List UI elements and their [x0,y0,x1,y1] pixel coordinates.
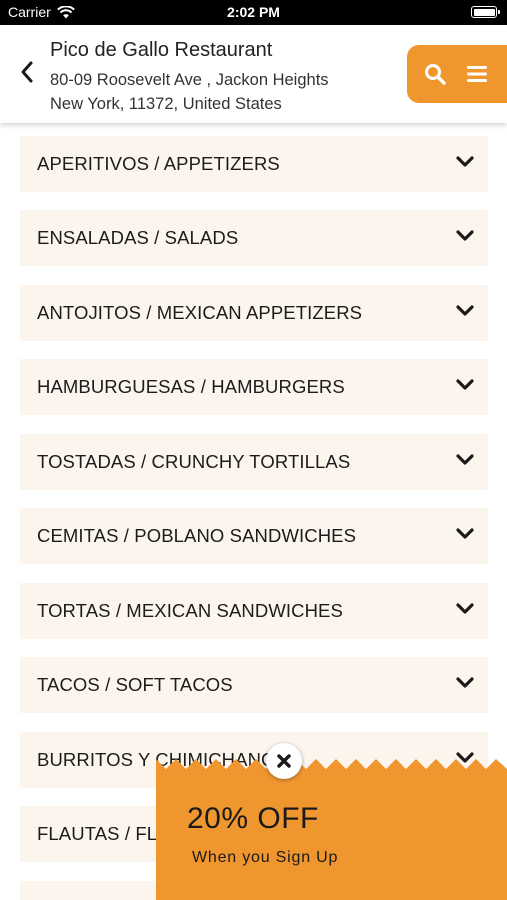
hamburger-menu-icon [467,66,487,82]
category-label: ANTOJITOS / MEXICAN APPETIZERS [37,302,363,323]
chevron-left-icon [21,61,33,83]
category-row[interactable]: APERITIVOS / APPETIZERS [20,136,488,192]
restaurant-header: Pico de Gallo Restaurant 80-09 Roosevelt… [0,25,507,123]
battery-icon [471,6,500,18]
address-line-1: 80-09 Roosevelt Ave , Jackon Heights [50,71,329,89]
category-label: HAMBURGUESAS / HAMBURGERS [37,376,345,397]
chevron-down-icon [456,156,474,167]
category-label: TOSTADAS / CRUNCHY TORTILLAS [37,451,351,472]
signup-promo-banner[interactable]: 20% OFF When you Sign Up [156,755,507,900]
status-bar: Carrier 2:02 PM [0,0,507,25]
category-row[interactable]: TORTAS / MEXICAN SANDWICHES [20,583,488,639]
header-actions [407,45,507,103]
restaurant-name: Pico de Gallo Restaurant [50,39,273,61]
category-label: CEMITAS / POBLANO SANDWICHES [37,525,357,546]
promo-close-button[interactable] [266,743,302,779]
category-label: APERITIVOS / APPETIZERS [37,153,280,174]
status-time: 2:02 PM [227,4,280,20]
menu-button[interactable] [465,62,489,86]
category-row[interactable]: TACOS / SOFT TACOS [20,657,488,713]
chevron-down-icon [456,454,474,465]
address-line-2: New York, 11372, United States [50,95,282,113]
chevron-down-icon [456,603,474,614]
category-row[interactable]: TOSTADAS / CRUNCHY TORTILLAS [20,434,488,490]
close-icon [277,754,291,768]
search-icon [425,64,446,85]
category-label: ENSALADAS / SALADS [37,227,239,248]
chevron-down-icon [456,677,474,688]
category-row[interactable]: CEMITAS / POBLANO SANDWICHES [20,508,488,564]
category-label: TACOS / SOFT TACOS [37,674,233,695]
promo-headline: 20% OFF [187,802,319,835]
promo-subtext: When you Sign Up [192,849,339,866]
category-row[interactable]: HAMBURGUESAS / HAMBURGERS [20,359,488,415]
chevron-down-icon [456,379,474,390]
back-button[interactable] [14,57,40,87]
search-button[interactable] [423,62,447,86]
chevron-down-icon [456,305,474,316]
category-row[interactable]: ENSALADAS / SALADS [20,210,488,266]
category-row[interactable]: ANTOJITOS / MEXICAN APPETIZERS [20,285,488,341]
chevron-down-icon [456,528,474,539]
category-label: TORTAS / MEXICAN SANDWICHES [37,600,343,621]
chevron-down-icon [456,230,474,241]
